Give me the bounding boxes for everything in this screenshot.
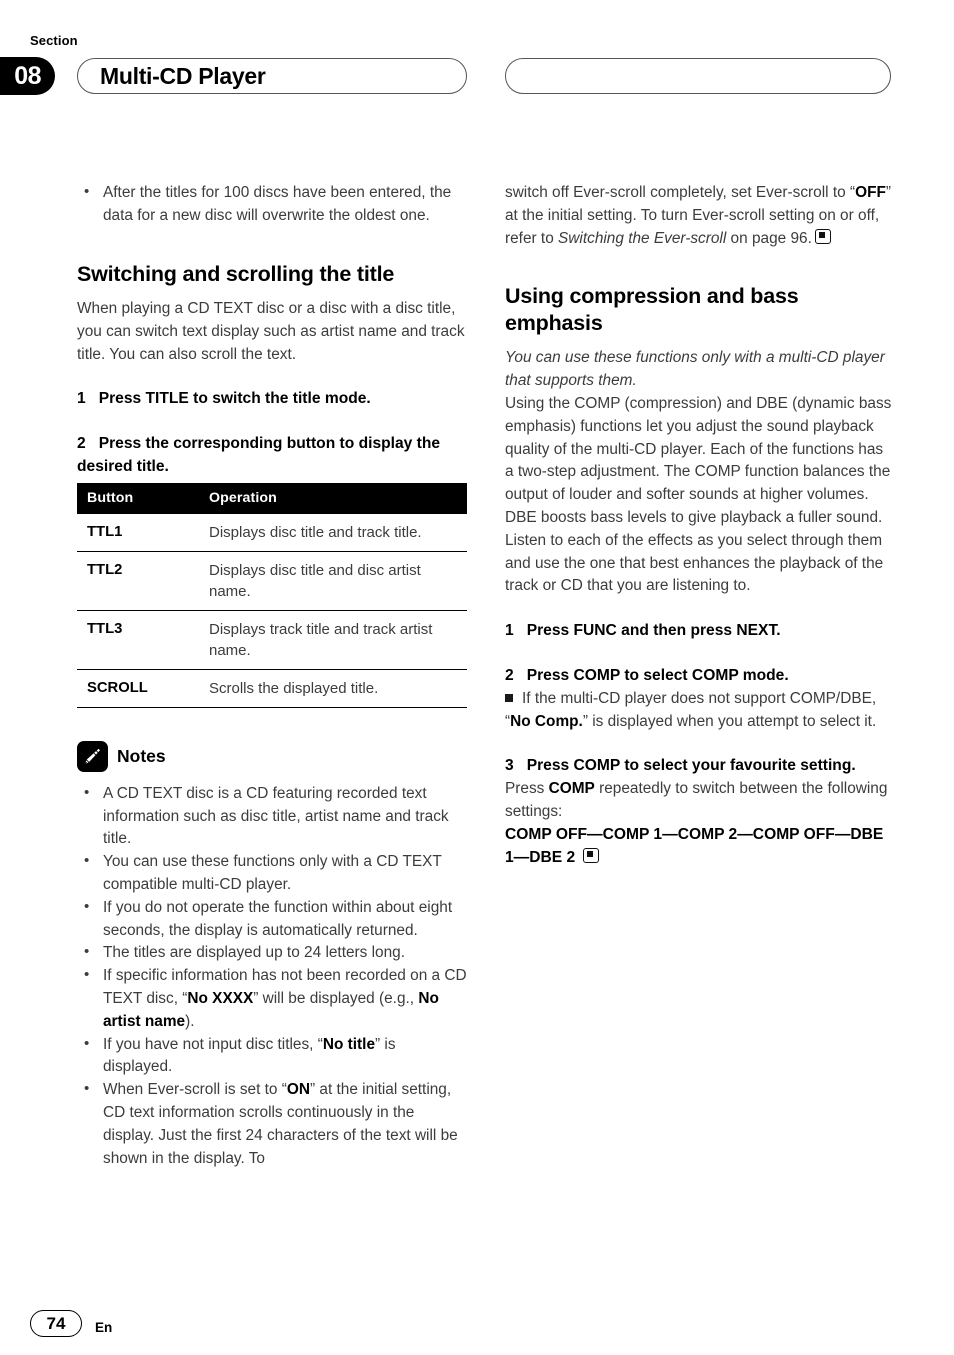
step-1-right: 1 Press FUNC and then press NEXT. bbox=[505, 620, 893, 643]
list-item-everscroll: When Ever-scroll is set to “ON” at the i… bbox=[77, 1078, 469, 1170]
note-text: ). bbox=[185, 1012, 195, 1030]
pencil-icon bbox=[77, 740, 108, 772]
cell-operation: Displays disc title and track title. bbox=[209, 513, 467, 552]
continued-text: on page 96. bbox=[726, 229, 812, 247]
step-2: 2 Press the corresponding button to displ… bbox=[77, 433, 469, 479]
note-text: When Ever-scroll is set to “ bbox=[103, 1081, 287, 1099]
continued-text: switch off Ever-scroll completely, set E… bbox=[505, 184, 856, 201]
note-text: If you have not input disc titles, “ bbox=[103, 1035, 323, 1053]
step-3-body-text: Press bbox=[505, 780, 549, 798]
list-item: You can use these functions only with a … bbox=[77, 850, 469, 897]
continued-paragraph: switch off Ever-scroll completely, set E… bbox=[505, 182, 893, 250]
step-2-right-text: Press COMP to select COMP mode. bbox=[526, 666, 789, 684]
cell-button: TTL1 bbox=[77, 513, 209, 552]
step-2-number: 2 bbox=[77, 435, 86, 453]
table-header-row: Button Operation bbox=[77, 482, 467, 514]
end-of-section-icon bbox=[814, 228, 831, 244]
square-bullet-icon bbox=[505, 693, 513, 702]
list-item: The titles are displayed up to 24 letter… bbox=[77, 941, 469, 965]
header-pill-right bbox=[505, 58, 891, 94]
note-bold-no-title: No title bbox=[322, 1035, 376, 1053]
step-2-right: 2 Press COMP to select COMP mode. bbox=[505, 665, 893, 688]
notes-title: Notes bbox=[117, 745, 166, 766]
step-1-right-number: 1 bbox=[505, 622, 514, 640]
table-row: TTL3 Displays track title and track arti… bbox=[77, 610, 467, 670]
pencil-icon-glyph bbox=[83, 747, 102, 766]
column-header-operation: Operation bbox=[209, 482, 467, 514]
end-of-section-icon bbox=[582, 847, 599, 863]
table-row: TTL1 Displays disc title and track title… bbox=[77, 513, 467, 552]
step-1-text: Press TITLE to switch the title mode. bbox=[98, 390, 371, 408]
notes-list: A CD TEXT disc is a CD featuring recorde… bbox=[77, 782, 469, 1171]
list-item-no-title: If you have not input disc titles, “No t… bbox=[77, 1033, 469, 1080]
chapter-title-pill: Multi-CD Player bbox=[77, 58, 467, 94]
cell-operation: Displays track title and track artist na… bbox=[209, 610, 467, 670]
cell-button: SCROLL bbox=[77, 669, 209, 708]
column-header-button: Button bbox=[77, 482, 209, 514]
top-bullet-list: After the titles for 100 discs have been… bbox=[77, 181, 469, 228]
cell-button: TTL3 bbox=[77, 610, 209, 670]
language-code: En bbox=[95, 1320, 113, 1335]
switching-intro-paragraph: When playing a CD TEXT disc or a disc wi… bbox=[77, 300, 465, 363]
bold-comp: COMP bbox=[548, 780, 595, 798]
cross-reference-title: Switching the Ever-scroll bbox=[558, 229, 727, 247]
page-header: Section 08 Multi-CD Player bbox=[0, 0, 954, 118]
notes-heading: Notes bbox=[77, 740, 469, 772]
step-2-note: If the multi-CD player does not support … bbox=[505, 688, 893, 734]
section-heading-compression: Using compression and bass emphasis bbox=[505, 284, 799, 335]
step-3-body: Press COMP repeatedly to switch between … bbox=[505, 778, 893, 824]
left-column: After the titles for 100 discs have been… bbox=[77, 181, 469, 1171]
step-3-right: 3 Press COMP to select your favourite set… bbox=[505, 755, 893, 778]
section-label: Section bbox=[30, 33, 78, 48]
cell-operation: Displays disc title and disc artist name… bbox=[209, 551, 467, 611]
list-item: If you do not operate the function withi… bbox=[77, 896, 469, 943]
cell-operation: Scrolls the displayed title. bbox=[209, 669, 467, 708]
step-3-right-text: Press COMP to select your favourite sett… bbox=[526, 757, 856, 775]
step-1-number: 1 bbox=[77, 390, 86, 408]
step-1-right-text: Press FUNC and then press NEXT. bbox=[526, 622, 781, 640]
note-bold-no-xxxx: No XXXX bbox=[187, 990, 254, 1008]
step-2-text: Press the corresponding button to displa… bbox=[77, 435, 441, 476]
step-3-right-number: 3 bbox=[505, 757, 514, 775]
table-header: Button Operation bbox=[77, 482, 467, 514]
list-item: A CD TEXT disc is a CD featuring recorde… bbox=[77, 782, 469, 851]
step-1: 1 Press TITLE to switch the title mode. bbox=[77, 388, 469, 411]
section-number-badge: 08 bbox=[0, 57, 55, 95]
settings-chain-text: COMP OFF—COMP 1—COMP 2—COMP OFF—DBE 1—DB… bbox=[505, 825, 884, 866]
cell-button: TTL2 bbox=[77, 551, 209, 611]
page-footer: 74 En bbox=[30, 1310, 112, 1337]
note-bold-on: ON bbox=[286, 1081, 310, 1099]
settings-chain: COMP OFF—COMP 1—COMP 2—COMP OFF—DBE 1—DB… bbox=[505, 824, 893, 870]
bold-off: OFF bbox=[855, 184, 886, 201]
chapter-title: Multi-CD Player bbox=[100, 62, 266, 89]
button-operation-table: Button Operation TTL1 Displays disc titl… bbox=[77, 482, 467, 708]
page-number: 74 bbox=[30, 1310, 82, 1337]
list-item-no-xxxx: If specific information has not been rec… bbox=[77, 964, 469, 1033]
section-heading-switching: Switching and scrolling the title bbox=[77, 261, 395, 286]
compression-body-paragraph: Using the COMP (compression) and DBE (dy… bbox=[505, 394, 892, 595]
table-row: TTL2 Displays disc title and disc artist… bbox=[77, 551, 467, 611]
step-2-right-number: 2 bbox=[505, 666, 514, 684]
right-column: switch off Ever-scroll completely, set E… bbox=[505, 182, 893, 869]
bold-no-comp: No Comp. bbox=[510, 712, 583, 730]
step-2-note-text: ” is displayed when you attempt to selec… bbox=[582, 712, 877, 730]
note-text: ” will be displayed (e.g., bbox=[253, 990, 419, 1008]
compression-italic-intro: You can use these functions only with a … bbox=[505, 349, 885, 390]
table-row: SCROLL Scrolls the displayed title. bbox=[77, 669, 467, 708]
table-body: TTL1 Displays disc title and track title… bbox=[77, 513, 467, 708]
list-item: After the titles for 100 discs have been… bbox=[77, 181, 469, 228]
